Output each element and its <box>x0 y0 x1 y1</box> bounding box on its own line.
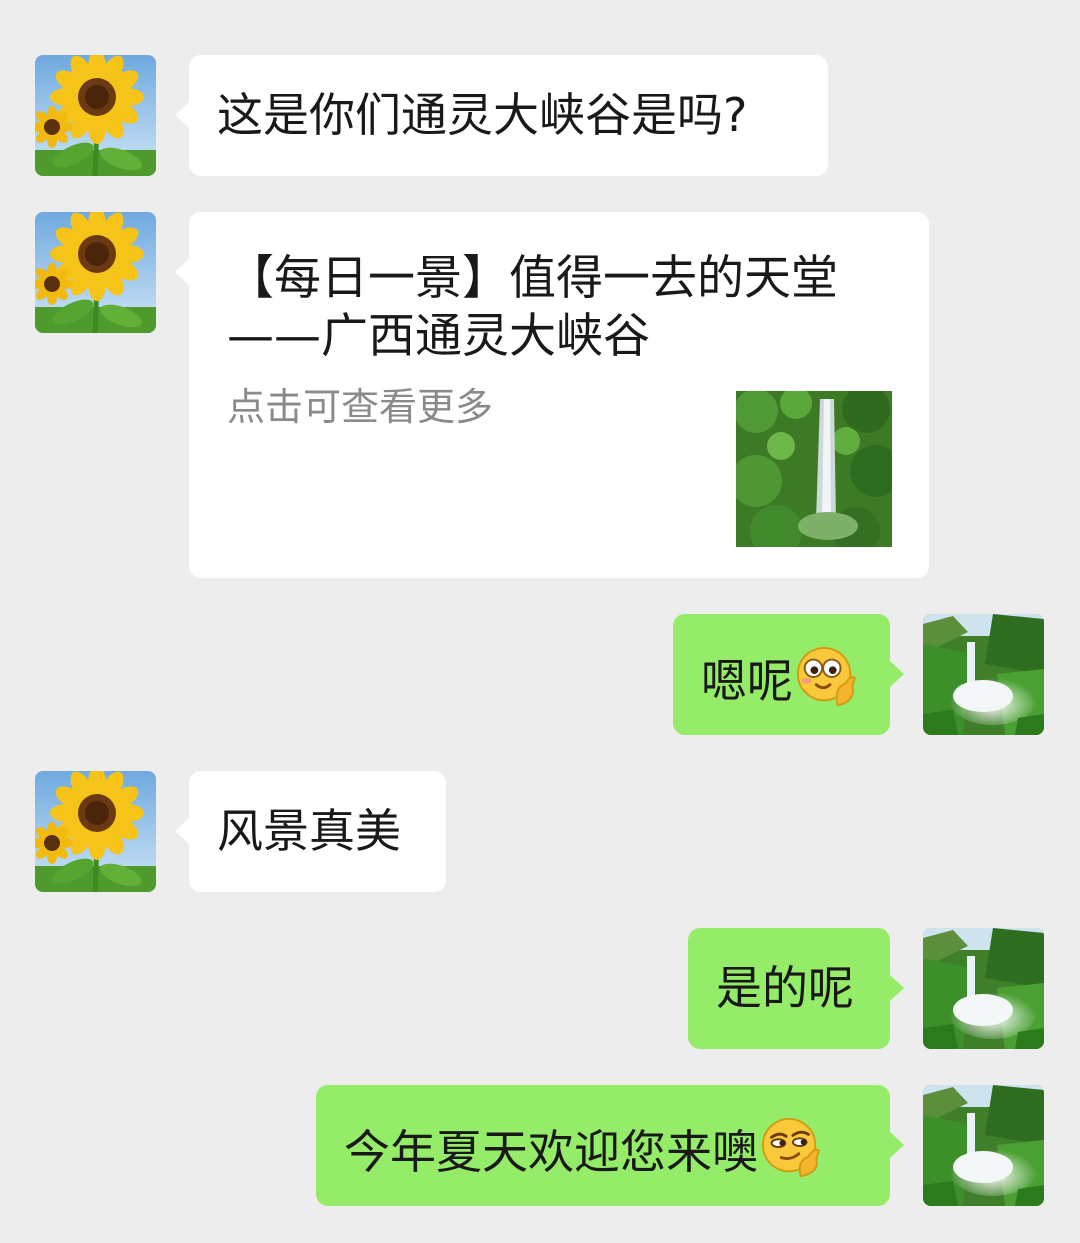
sunflower-avatar[interactable] <box>35 55 156 176</box>
message-text: 是的呢 <box>716 961 854 1015</box>
message-text: 嗯呢 <box>701 654 793 708</box>
sunflower-avatar[interactable] <box>35 212 156 333</box>
waterfall-avatar[interactable] <box>923 614 1044 735</box>
message-text: 风景真美 <box>217 804 401 858</box>
message-text: 今年夏天欢迎您来噢 <box>344 1125 758 1179</box>
message-bubble-incoming[interactable]: 风景真美 <box>175 771 446 892</box>
message-bubble-incoming[interactable]: 这是你们通灵大峡谷是吗? <box>175 55 828 176</box>
link-card-title: 【每日一景】值得一去的天堂——广西通灵大峡谷 <box>227 251 838 364</box>
chat-window: 这是你们通灵大峡谷是吗? 【每日一景】值得一去的天堂——广西通灵大峡谷 点击可查… <box>0 0 1080 1243</box>
smirk-emoji-icon <box>760 1116 822 1178</box>
sunflower-avatar[interactable] <box>35 771 156 892</box>
message-bubble-outgoing[interactable]: 今年夏天欢迎您来噢 <box>316 1085 904 1206</box>
link-card[interactable]: 【每日一景】值得一去的天堂——广西通灵大峡谷 点击可查看更多 <box>175 212 929 578</box>
link-card-description: 点击可查看更多 <box>227 385 494 429</box>
message-bubble-outgoing[interactable]: 是的呢 <box>688 928 904 1049</box>
message-bubble-outgoing[interactable]: 嗯呢 <box>673 614 904 735</box>
waterfall-thumbnail <box>736 391 892 547</box>
cheeky-emoji-icon <box>795 645 857 707</box>
message-text: 这是你们通灵大峡谷是吗? <box>217 88 748 142</box>
waterfall-avatar[interactable] <box>923 1085 1044 1206</box>
waterfall-avatar[interactable] <box>923 928 1044 1049</box>
